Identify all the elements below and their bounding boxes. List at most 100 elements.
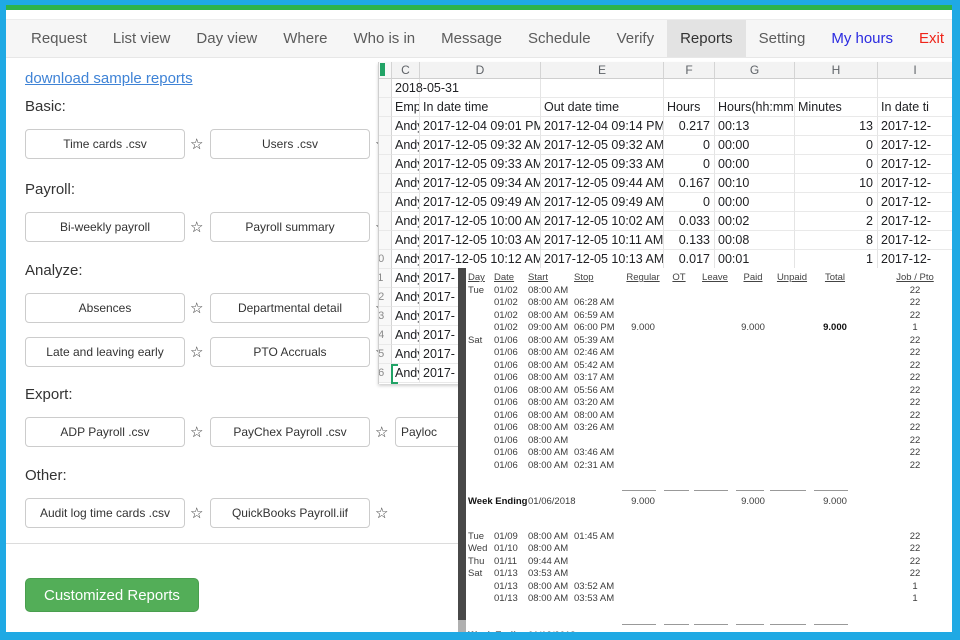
sheet-col-header-e[interactable]: E: [541, 62, 664, 79]
sheet-cell[interactable]: Andy: [392, 136, 420, 155]
sheet-cell[interactable]: 2017-12-05 09:32 AM: [541, 136, 664, 155]
sheet-cell[interactable]: Andy: [392, 174, 420, 193]
sheet-cell[interactable]: 2017-12-05 10:02 AM: [541, 212, 664, 231]
sheet-cell[interactable]: 2017-12-: [878, 212, 953, 231]
nav-item-exit[interactable]: Exit: [906, 20, 957, 57]
nav-item-reports[interactable]: Reports: [667, 20, 746, 57]
nav-item-day-view[interactable]: Day view: [183, 20, 270, 57]
sheet-cell[interactable]: Andy: [392, 155, 420, 174]
sheet-cell[interactable]: Andy: [392, 231, 420, 250]
report-button-users-csv[interactable]: Users .csv: [210, 129, 370, 159]
sheet-row-header[interactable]: 4: [379, 136, 392, 155]
sheet-cell[interactable]: 00:00: [715, 155, 795, 174]
sheet-cell[interactable]: 00:01: [715, 250, 795, 269]
nav-item-verify[interactable]: Verify: [604, 20, 668, 57]
sheet-row-header[interactable]: 15: [379, 345, 392, 364]
nav-item-who-is-in[interactable]: Who is in: [340, 20, 428, 57]
sheet-row-header[interactable]: 10: [379, 250, 392, 269]
sheet-cell[interactable]: [795, 79, 878, 98]
sheet-cell[interactable]: 8: [795, 231, 878, 250]
sheet-cell[interactable]: 0.017: [664, 250, 715, 269]
sheet-cell[interactable]: 2017-12-: [878, 136, 953, 155]
sheet-cell[interactable]: 2017-12-05 09:34 AM: [420, 174, 541, 193]
sheet-row-header[interactable]: 14: [379, 326, 392, 345]
sheet-cell[interactable]: 0.167: [664, 174, 715, 193]
report-button-adp-payroll-csv[interactable]: ADP Payroll .csv: [25, 417, 185, 447]
sheet-header-cell[interactable]: Empl: [392, 98, 420, 117]
sheet-row-header[interactable]: 1: [379, 79, 392, 98]
sheet-row-header[interactable]: 5: [379, 155, 392, 174]
sheet-row-header[interactable]: 6: [379, 174, 392, 193]
sheet-cell[interactable]: 00:02: [715, 212, 795, 231]
sheet-cell[interactable]: 2017-12-05 09:49 AM: [541, 193, 664, 212]
nav-item-where[interactable]: Where: [270, 20, 340, 57]
favorite-star-icon[interactable]: ☆: [190, 137, 203, 152]
favorite-star-icon[interactable]: ☆: [375, 425, 388, 440]
sheet-cell[interactable]: 0.133: [664, 231, 715, 250]
report-button-late-and-leaving-early[interactable]: Late and leaving early: [25, 337, 185, 367]
nav-item-schedule[interactable]: Schedule: [515, 20, 604, 57]
sheet-cell[interactable]: 2017-12-05 10:11 AM: [541, 231, 664, 250]
sheet-cell[interactable]: [664, 79, 715, 98]
report-button-absences[interactable]: Absences: [25, 293, 185, 323]
sheet-cell[interactable]: 2017-12-05 09:33 AM: [541, 155, 664, 174]
sheet-cell-title[interactable]: 2018-05-31: [392, 79, 420, 98]
sheet-col-header-g[interactable]: G: [715, 62, 795, 79]
nav-item-setting[interactable]: Setting: [746, 20, 819, 57]
sheet-cell[interactable]: 2017-12-: [878, 231, 953, 250]
sheet-cell[interactable]: 2017-12-05 09:49 AM: [420, 193, 541, 212]
nav-item-list-view[interactable]: List view: [100, 20, 184, 57]
sheet-cell[interactable]: 2017-12-05 09:32 AM: [420, 136, 541, 155]
sheet-cell[interactable]: 2017-12-05 09:33 AM: [420, 155, 541, 174]
sheet-header-cell[interactable]: Hours(hh:mm): [715, 98, 795, 117]
sheet-cell[interactable]: Andy: [392, 326, 420, 345]
report-button-audit-log-time-cards-csv[interactable]: Audit log time cards .csv: [25, 498, 185, 528]
sheet-cell[interactable]: Andy: [392, 250, 420, 269]
sheet-header-cell[interactable]: Hours: [664, 98, 715, 117]
report-button-departmental-detail[interactable]: Departmental detail: [210, 293, 370, 323]
favorite-star-icon[interactable]: ☆: [190, 345, 203, 360]
customized-reports-button[interactable]: Customized Reports: [25, 578, 199, 612]
sheet-cell[interactable]: 00:10: [715, 174, 795, 193]
sheet-cell[interactable]: 2017-12-05 09:44 AM: [541, 174, 664, 193]
sheet-cell[interactable]: 2017-12-: [878, 174, 953, 193]
sheet-cell[interactable]: Andy: [392, 345, 420, 364]
sheet-cell[interactable]: Andy: [392, 269, 420, 288]
nav-item-message[interactable]: Message: [428, 20, 515, 57]
sheet-cell[interactable]: 2017-12-: [878, 250, 953, 269]
sheet-cell[interactable]: 0: [795, 155, 878, 174]
report-button-time-cards-csv[interactable]: Time cards .csv: [25, 129, 185, 159]
sheet-cell[interactable]: 13: [795, 117, 878, 136]
report-button-paychex-payroll-csv[interactable]: PayChex Payroll .csv: [210, 417, 370, 447]
sheet-row-header[interactable]: 11: [379, 269, 392, 288]
sheet-col-header-c[interactable]: C: [392, 62, 420, 79]
sheet-cell[interactable]: [715, 79, 795, 98]
report-button-quickbooks-payroll-iif[interactable]: QuickBooks Payroll.iif: [210, 498, 370, 528]
sheet-row-header[interactable]: 9: [379, 231, 392, 250]
sheet-col-header-i[interactable]: I: [878, 62, 953, 79]
favorite-star-icon[interactable]: ☆: [190, 425, 203, 440]
report-scrollbar-thumb[interactable]: [458, 268, 466, 620]
sheet-cell[interactable]: Andy: [392, 212, 420, 231]
sheet-col-header-h[interactable]: H: [795, 62, 878, 79]
sheet-cell[interactable]: 00:00: [715, 136, 795, 155]
favorite-star-icon[interactable]: ☆: [190, 506, 203, 521]
sheet-cell[interactable]: 2017-12-04 09:01 PM: [420, 117, 541, 136]
download-sample-reports-link[interactable]: download sample reports: [25, 70, 193, 87]
sheet-cell[interactable]: Andy: [392, 307, 420, 326]
sheet-row-header[interactable]: 3: [379, 117, 392, 136]
sheet-cell[interactable]: 0: [664, 193, 715, 212]
sheet-cell[interactable]: 0.217: [664, 117, 715, 136]
sheet-cell[interactable]: 2017-12-: [878, 117, 953, 136]
nav-item-request[interactable]: Request: [18, 20, 100, 57]
sheet-cell[interactable]: 2017-12-: [878, 155, 953, 174]
report-button-pto-accruals[interactable]: PTO Accruals: [210, 337, 370, 367]
sheet-cell[interactable]: [541, 79, 664, 98]
sheet-header-cell[interactable]: Minutes: [795, 98, 878, 117]
sheet-header-cell[interactable]: In date time: [420, 98, 541, 117]
nav-item-my-hours[interactable]: My hours: [818, 20, 906, 57]
sheet-cell[interactable]: 00:08: [715, 231, 795, 250]
sheet-header-cell[interactable]: In date ti: [878, 98, 953, 117]
sheet-cell[interactable]: 00:00: [715, 193, 795, 212]
sheet-cell[interactable]: 0: [795, 193, 878, 212]
